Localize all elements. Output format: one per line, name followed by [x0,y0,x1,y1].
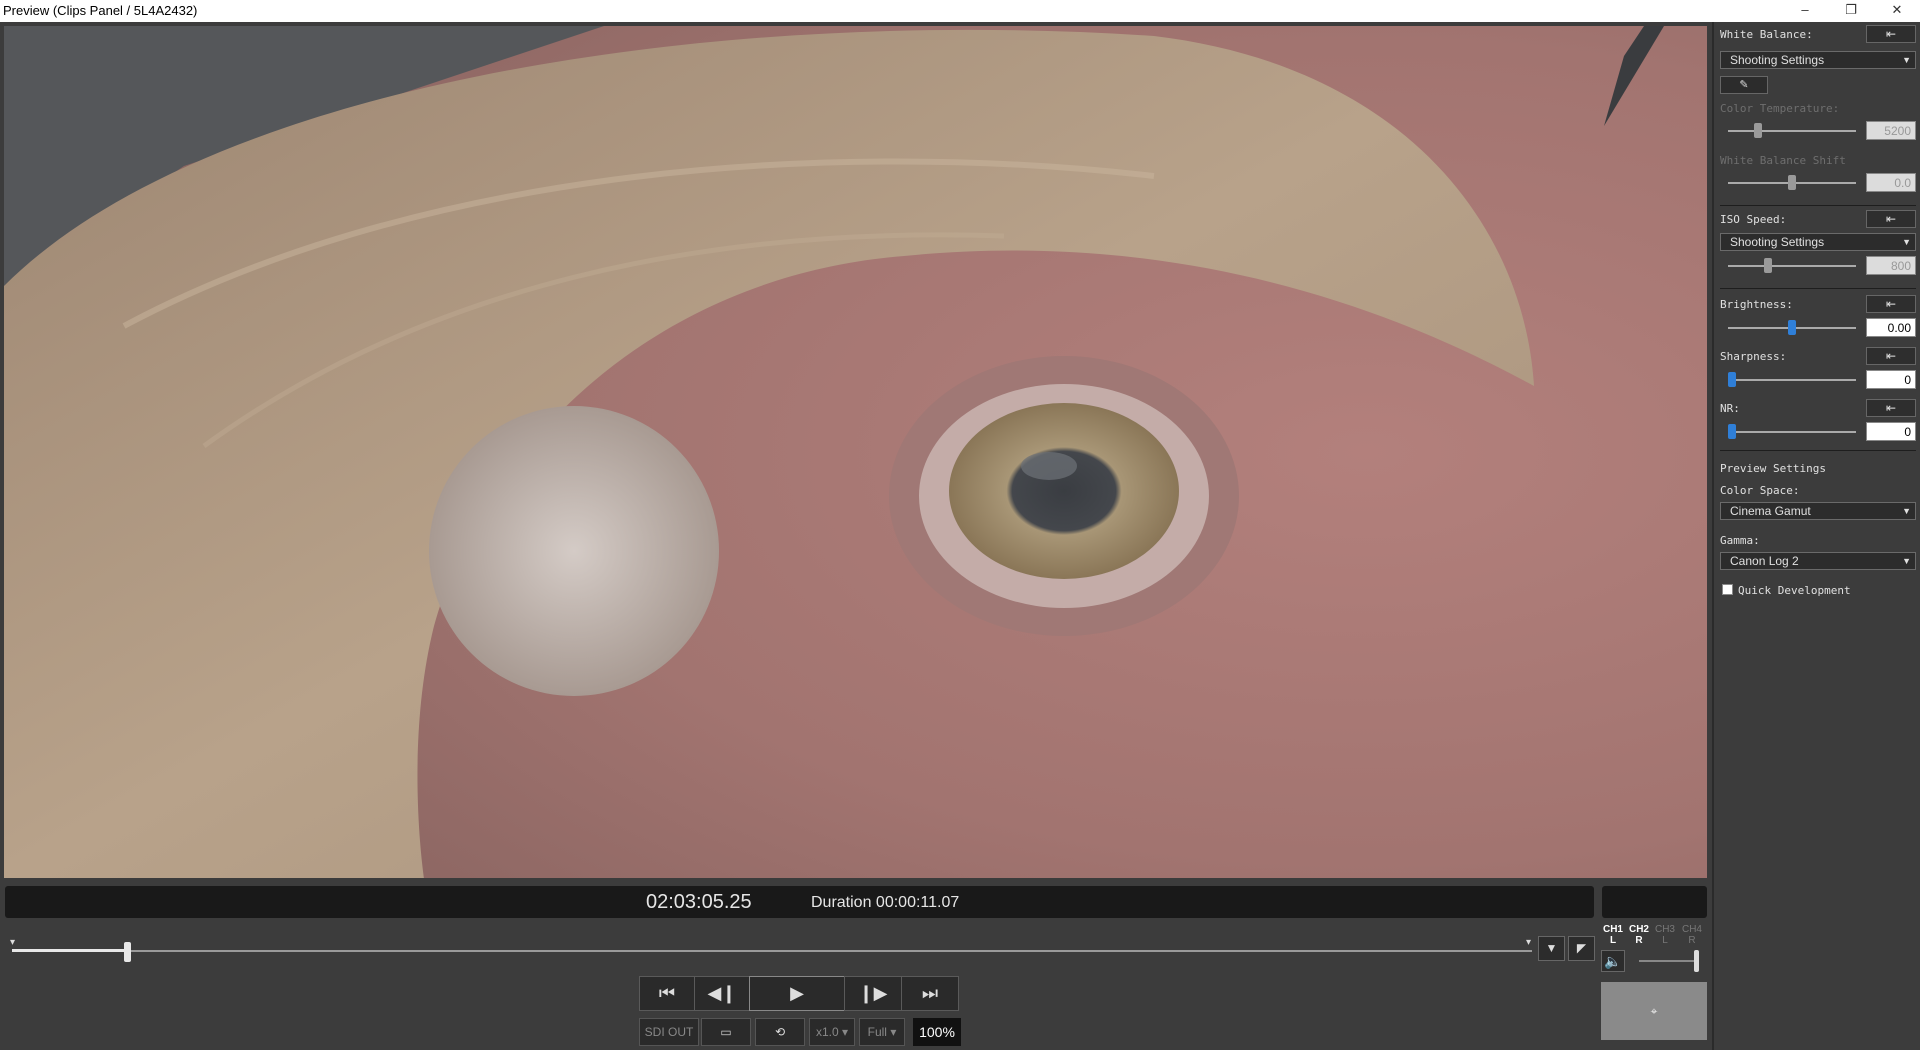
previous-frame-button[interactable]: ◀❙ [694,976,750,1011]
color-temperature-handle[interactable] [1754,123,1762,138]
reset-icon: ⇤ [1885,349,1897,363]
video-preview[interactable] [4,26,1707,878]
current-timecode: 02:03:05.25 [646,891,752,913]
out-point-marker-icon: ▾ [1526,937,1532,948]
brightness-reset-button[interactable]: ⇤ [1866,295,1916,313]
playback-speed-select[interactable]: x1.0 ▾ [809,1018,855,1046]
set-in-point-button[interactable]: ▼ [1538,936,1565,961]
white-balance-reset-button[interactable]: ⇤ [1866,25,1916,43]
volume-handle[interactable] [1694,950,1699,972]
sharpness-label: Sharpness: [1720,350,1787,363]
go-to-start-button[interactable]: ⏮ [639,976,695,1011]
quick-development-checkbox[interactable] [1722,584,1733,595]
divider [1720,205,1916,206]
brightness-label: Brightness: [1720,298,1793,311]
nr-reset-button[interactable]: ⇤ [1866,399,1916,417]
channel-ch3[interactable]: CH3 L [1653,924,1677,946]
speaker-icon[interactable]: 🔈 [1601,950,1625,972]
loop-button[interactable]: ⟲ [755,1018,805,1046]
white-balance-shift-label: White Balance Shift [1720,154,1846,167]
close-icon[interactable]: ✕ [1874,0,1920,22]
channel-ch2[interactable]: CH2 R [1627,924,1651,946]
duration-label: Duration 00:00:11.07 [811,894,960,911]
timeline-scrubber[interactable]: ▾ ▾ [10,937,1532,962]
quality-select[interactable]: Full ▾ [859,1018,905,1046]
frame-icon: ▭ [720,1025,732,1039]
volume-slider[interactable] [1639,950,1699,972]
channel-ch1[interactable]: CH1 L [1601,924,1625,946]
brightness-field[interactable]: 0.00 [1866,318,1916,337]
zoom-level[interactable]: 100% [913,1018,961,1046]
minimize-icon[interactable]: – [1782,0,1828,22]
eyedropper-icon: ✎ [1739,79,1749,91]
nr-handle[interactable] [1728,424,1736,439]
crosshair-icon: ⌖ [1650,1004,1658,1018]
sharpness-slider[interactable] [1728,372,1856,387]
iso-speed-field[interactable]: 800 [1866,256,1916,275]
gamma-select[interactable]: Canon Log 2 ▼ [1720,552,1916,570]
white-balance-label: White Balance: [1720,28,1813,41]
reset-icon: ⇤ [1885,401,1897,415]
iso-speed-reset-button[interactable]: ⇤ [1866,210,1916,228]
iso-speed-label: ISO Speed: [1720,213,1787,226]
white-balance-select[interactable]: Shooting Settings ▼ [1720,51,1916,69]
frame-display-button[interactable]: ▭ [701,1018,751,1046]
development-panel: White Balance: ⇤ Shooting Settings ▼ ✎ Co… [1712,22,1920,1050]
preview-frame-image [4,26,1707,878]
restore-icon[interactable]: ❐ [1828,0,1874,22]
nr-slider[interactable] [1728,424,1856,439]
brightness-handle[interactable] [1788,320,1796,335]
set-out-point-button[interactable]: ◤ [1568,936,1595,961]
sdi-out-button[interactable]: SDI OUT [639,1018,699,1046]
loop-icon: ⟲ [774,1025,786,1039]
color-temperature-slider[interactable] [1728,123,1856,138]
timeline-progress [12,949,124,952]
white-balance-shift-field[interactable]: 0.0 [1866,173,1916,192]
gamma-label: Gamma: [1720,534,1760,547]
sharpness-reset-button[interactable]: ⇤ [1866,347,1916,365]
iso-speed-handle[interactable] [1764,258,1772,273]
quick-development-label: Quick Development [1738,584,1851,597]
channel-ch4[interactable]: CH4 R [1680,924,1704,946]
iso-speed-slider[interactable] [1728,258,1856,273]
white-balance-shift-slider[interactable] [1728,175,1856,190]
white-balance-shift-handle[interactable] [1788,175,1796,190]
chevron-down-icon: ▼ [1902,55,1911,65]
sharpness-handle[interactable] [1728,372,1736,387]
chevron-down-icon: ▼ [1902,506,1911,516]
navigator-thumbnail[interactable]: ⌖ [1601,982,1707,1040]
playhead-handle[interactable] [124,942,131,962]
timecode-bar: 02:03:05.25 Duration 00:00:11.07 [5,886,1594,918]
eyedropper-button[interactable]: ✎ [1720,76,1768,94]
preview-settings-heading: Preview Settings [1720,462,1826,475]
divider [1720,450,1916,451]
title-bar: Preview (Clips Panel / 5L4A2432) – ❐ ✕ [0,0,1920,22]
timeline-track [12,950,1532,952]
chevron-down-icon: ▼ [1902,556,1911,566]
window-title: Preview (Clips Panel / 5L4A2432) [3,3,198,18]
divider [1720,288,1916,289]
reset-icon: ⇤ [1885,27,1897,41]
reset-icon: ⇤ [1885,212,1897,226]
color-space-select[interactable]: Cinema Gamut ▼ [1720,502,1916,520]
brightness-slider[interactable] [1728,320,1856,335]
chevron-down-icon: ▼ [1902,237,1911,247]
in-point-marker-icon: ▾ [10,937,16,948]
color-space-label: Color Space: [1720,484,1800,497]
timecode-bar-right [1602,886,1707,918]
transport-controls: ⏮ ◀❙ ▶ ❙▶ ⏭ [639,976,961,1011]
iso-speed-select[interactable]: Shooting Settings ▼ [1720,233,1916,251]
color-temperature-label: Color Temperature: [1720,102,1840,115]
nr-label: NR: [1720,402,1740,415]
reset-icon: ⇤ [1885,297,1897,311]
play-button[interactable]: ▶ [749,976,845,1011]
sharpness-field[interactable]: 0 [1866,370,1916,389]
go-to-end-button[interactable]: ⏭ [901,976,959,1011]
color-temperature-field[interactable]: 5200 [1866,121,1916,140]
next-frame-button[interactable]: ❙▶ [844,976,902,1011]
nr-field[interactable]: 0 [1866,422,1916,441]
